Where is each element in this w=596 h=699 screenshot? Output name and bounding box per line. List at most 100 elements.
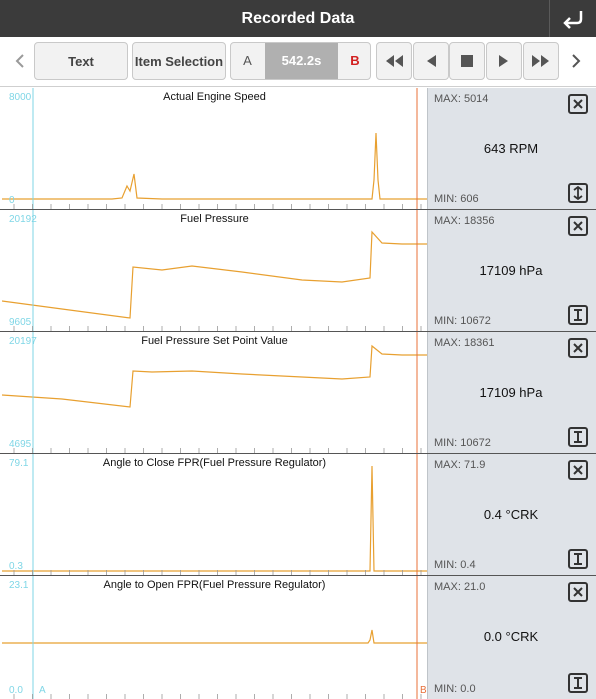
min-value: MIN: 606	[434, 193, 479, 205]
x-ticks	[13, 204, 422, 209]
text-cursor-button[interactable]	[568, 549, 588, 569]
x-ticks	[13, 448, 422, 453]
graph-panel-angle-open-fpr: Angle to Open FPR(Fuel Pressure Regulato…	[0, 576, 596, 699]
remove-graph-button[interactable]	[568, 582, 588, 602]
graph-panel-fuel-pressure-set-point: Fuel Pressure Set Point Value 20197 4695…	[0, 332, 596, 454]
return-arrow-icon	[563, 11, 583, 29]
min-value: MIN: 0.4	[434, 559, 476, 571]
graph-plot[interactable]: Actual Engine Speed 8000 0	[2, 88, 427, 209]
graph-title: Angle to Open FPR(Fuel Pressure Regulato…	[103, 579, 326, 591]
graph-title: Angle to Close FPR(Fuel Pressure Regulat…	[102, 457, 327, 469]
max-value: MAX: 18356	[434, 215, 495, 227]
rewind-icon	[386, 55, 403, 67]
min-value: MIN: 0.0	[434, 683, 476, 695]
stop-button[interactable]	[449, 42, 485, 80]
title-bar: Recorded Data	[0, 0, 596, 37]
y-min-label: 0.0	[9, 685, 23, 696]
y-min-label: 0.3	[9, 561, 23, 572]
graph-trace	[2, 210, 427, 331]
play-button[interactable]	[486, 42, 522, 80]
current-value: 0.4 °CRK	[483, 507, 539, 522]
y-min-label: 4695	[9, 439, 32, 450]
text-cursor-button[interactable]	[568, 673, 588, 693]
stats-panel: MAX: 18356 17109 hPa MIN: 10672	[427, 210, 596, 331]
close-icon	[573, 587, 583, 597]
y-min-label: 9605	[9, 317, 32, 328]
current-value: 17109 hPa	[479, 385, 543, 400]
text-cursor-icon	[574, 431, 582, 443]
step-back-icon	[427, 55, 436, 67]
graph-plot[interactable]: Fuel Pressure 20192 9605	[2, 210, 427, 331]
graph-trace	[2, 88, 427, 209]
current-value: 17109 hPa	[479, 263, 543, 278]
graph-title: Actual Engine Speed	[163, 91, 266, 103]
remove-graph-button[interactable]	[568, 338, 588, 358]
time-display: 542.2s	[265, 43, 338, 79]
stats-panel: MAX: 21.0 0.0 °CRK MIN: 0.0	[427, 576, 596, 699]
y-max-label: 20192	[9, 214, 37, 225]
y-max-label: 23.1	[9, 580, 29, 591]
back-button[interactable]	[549, 0, 596, 37]
remove-graph-button[interactable]	[568, 94, 588, 114]
close-icon	[573, 99, 583, 109]
text-cursor-button[interactable]	[568, 305, 588, 325]
stop-icon	[461, 55, 473, 67]
page-title: Recorded Data	[241, 10, 355, 27]
fast-forward-button[interactable]	[523, 42, 559, 80]
graph-plot[interactable]: Angle to Open FPR(Fuel Pressure Regulato…	[2, 576, 427, 699]
x-ticks	[13, 694, 422, 699]
cursor-a-marker[interactable]: A	[39, 685, 46, 696]
cursor-a-button[interactable]: A	[231, 43, 264, 79]
item-selection-button[interactable]: Item Selection	[132, 42, 226, 80]
close-icon	[573, 465, 583, 475]
text-cursor-button[interactable]	[568, 427, 588, 447]
min-value: MIN: 10672	[434, 315, 491, 327]
graph-plot[interactable]: Angle to Close FPR(Fuel Pressure Regulat…	[2, 454, 427, 575]
max-value: MAX: 18361	[434, 337, 495, 349]
graph-panel-angle-close-fpr: Angle to Close FPR(Fuel Pressure Regulat…	[0, 454, 596, 576]
remove-graph-button[interactable]	[568, 460, 588, 480]
text-button[interactable]: Text	[34, 42, 128, 80]
y-max-label: 79.1	[9, 458, 29, 469]
text-cursor-icon	[574, 677, 582, 689]
y-min-label: 0	[9, 195, 15, 206]
graph-panel-engine-speed: Actual Engine Speed 8000 0 MAX: 5014 643…	[0, 88, 596, 210]
graph-title: Fuel Pressure	[180, 213, 249, 225]
close-icon	[573, 343, 583, 353]
close-icon	[573, 221, 583, 231]
cursor-time-selector: A 542.2s B	[230, 42, 371, 80]
graph-panel-fuel-pressure: Fuel Pressure 20192 9605 MAX: 18356 1710…	[0, 210, 596, 332]
current-value: 0.0 °CRK	[483, 629, 539, 644]
text-cursor-icon	[574, 553, 582, 565]
max-value: MAX: 21.0	[434, 581, 486, 593]
chevron-left-icon	[15, 54, 24, 68]
step-back-button[interactable]	[413, 42, 449, 80]
next-button[interactable]	[564, 42, 588, 80]
max-value: MAX: 71.9	[434, 459, 486, 471]
expand-graph-button[interactable]	[568, 183, 588, 203]
cursor-b-marker[interactable]: B	[420, 685, 427, 696]
graph-title: Fuel Pressure Set Point Value	[141, 335, 288, 347]
fast-forward-icon	[532, 55, 549, 67]
remove-graph-button[interactable]	[568, 216, 588, 236]
graph-trace	[2, 576, 427, 699]
max-value: MAX: 5014	[434, 93, 489, 105]
min-value: MIN: 10672	[434, 437, 491, 449]
stats-panel: MAX: 5014 643 RPM MIN: 606	[427, 88, 596, 209]
play-icon	[499, 55, 508, 67]
stats-panel: MAX: 71.9 0.4 °CRK MIN: 0.4	[427, 454, 596, 575]
y-max-label: 8000	[9, 92, 32, 103]
chevron-right-icon	[572, 54, 581, 68]
current-value: 643 RPM	[483, 141, 539, 156]
text-cursor-icon	[574, 309, 582, 321]
graph-trace	[2, 332, 427, 453]
toolbar: Text Item Selection A 542.2s B	[0, 37, 596, 87]
cursor-b-button[interactable]: B	[339, 43, 370, 79]
y-max-label: 20197	[9, 336, 37, 347]
x-ticks	[13, 326, 422, 331]
stats-panel: MAX: 18361 17109 hPa MIN: 10672	[427, 332, 596, 453]
prev-button[interactable]	[8, 42, 32, 80]
expand-vertical-icon	[573, 186, 583, 200]
rewind-button[interactable]	[376, 42, 412, 80]
graph-plot[interactable]: Fuel Pressure Set Point Value 20197 4695	[2, 332, 427, 453]
